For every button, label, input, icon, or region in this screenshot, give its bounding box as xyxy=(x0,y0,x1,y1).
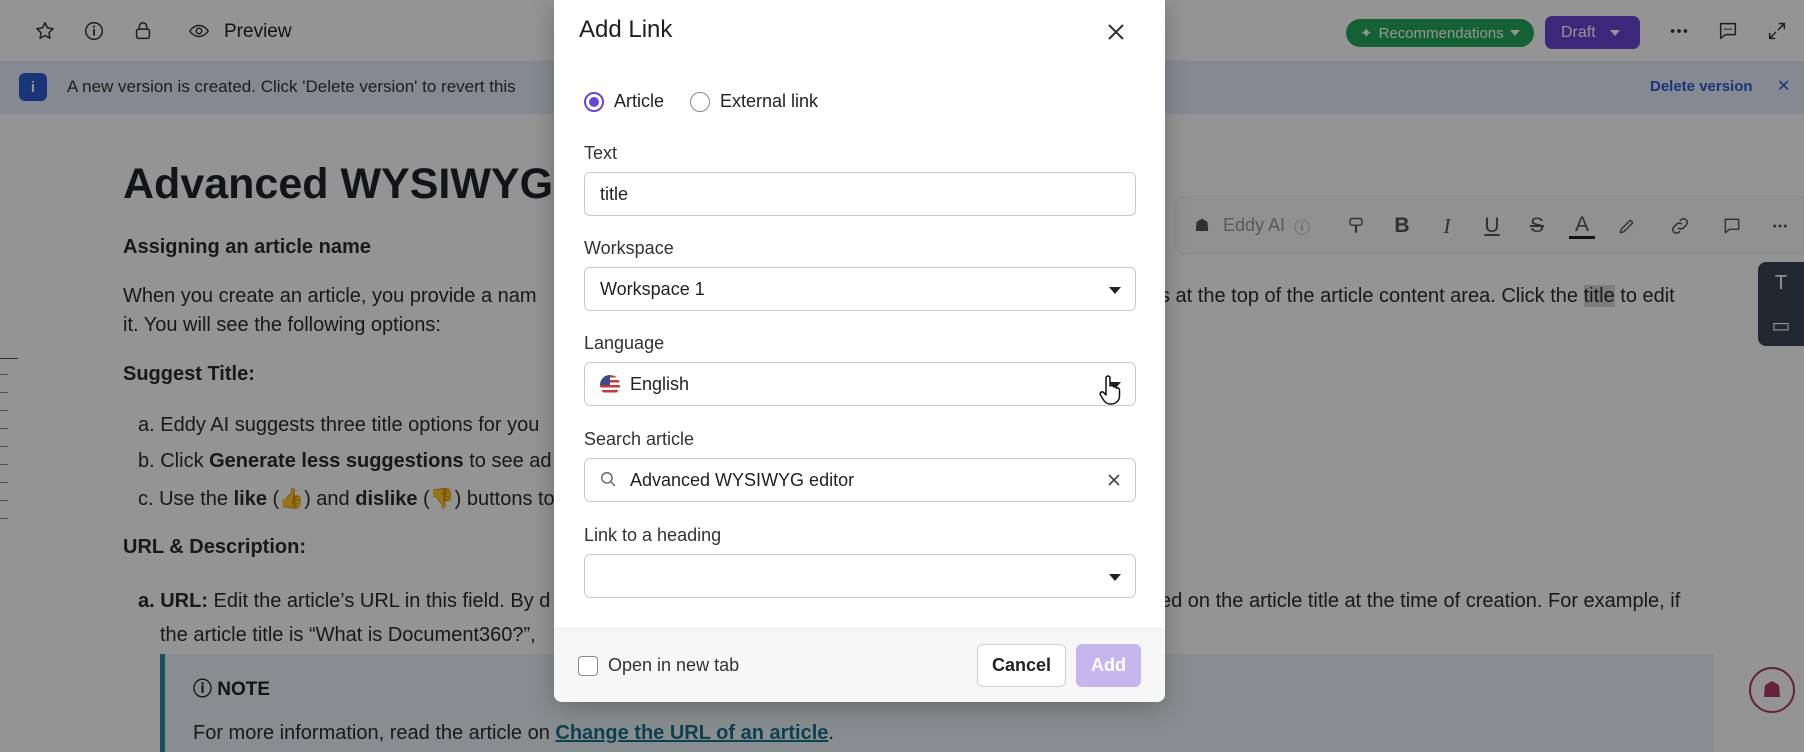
radio-article[interactable] xyxy=(584,91,604,112)
language-value: English xyxy=(630,374,690,394)
open-new-tab-checkbox[interactable] xyxy=(578,656,598,676)
chevron-down-icon xyxy=(1109,287,1121,294)
clear-icon[interactable] xyxy=(1107,471,1121,492)
add-link-dialog: Add Link Article External link Text titl… xyxy=(554,0,1165,702)
language-label: Language xyxy=(584,333,665,353)
dialog-title: Add Link xyxy=(579,16,673,43)
radio-external-link[interactable] xyxy=(690,91,711,112)
cancel-button[interactable]: Cancel xyxy=(977,644,1066,687)
dialog-footer: Open in new tab Cancel Add xyxy=(554,628,1165,702)
add-button[interactable]: Add xyxy=(1076,644,1141,687)
us-flag-icon xyxy=(600,375,620,395)
open-new-tab-label[interactable]: Open in new tab xyxy=(608,655,739,676)
workspace-select[interactable]: Workspace 1 xyxy=(584,267,1136,311)
link-heading-select[interactable] xyxy=(584,554,1136,598)
close-icon[interactable] xyxy=(1101,17,1131,47)
search-article-label: Search article xyxy=(584,429,695,449)
chevron-down-icon xyxy=(1109,574,1121,581)
text-label: Text xyxy=(584,143,618,163)
link-heading-label: Link to a heading xyxy=(584,525,722,545)
text-input[interactable]: title xyxy=(584,172,1136,216)
hand-cursor-icon xyxy=(1098,374,1124,411)
search-article-input[interactable]: Advanced WYSIWYG editor xyxy=(584,458,1136,502)
language-select[interactable]: English xyxy=(584,362,1136,406)
workspace-label: Workspace xyxy=(584,238,674,258)
radio-external-label[interactable]: External link xyxy=(720,91,818,112)
search-article-value: Advanced WYSIWYG editor xyxy=(630,470,855,490)
workspace-value: Workspace 1 xyxy=(600,279,705,299)
text-input-value: title xyxy=(600,184,629,204)
link-type-group: Article External link xyxy=(584,91,818,112)
radio-article-label[interactable]: Article xyxy=(614,91,664,112)
search-icon xyxy=(599,470,618,494)
